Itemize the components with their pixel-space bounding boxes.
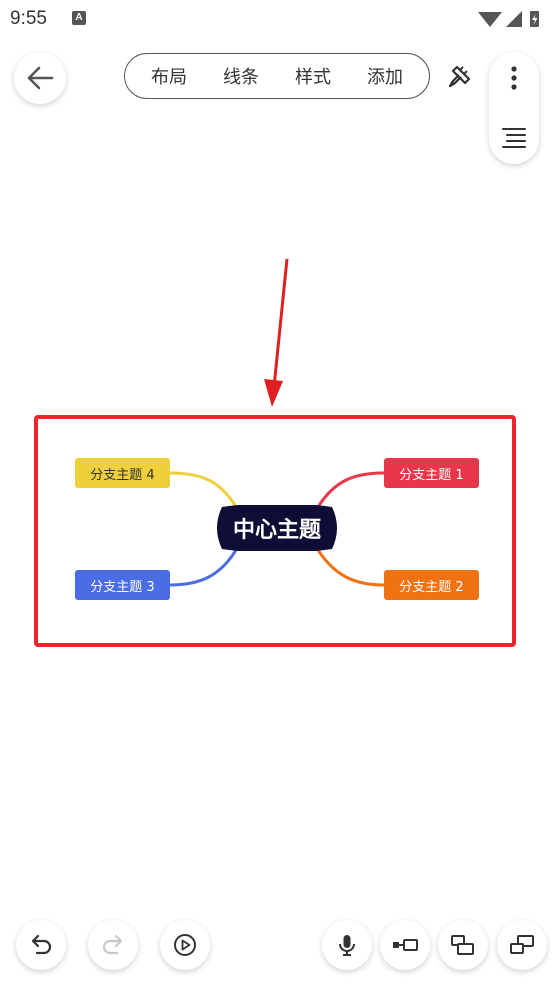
undo-button[interactable] bbox=[16, 920, 66, 970]
redo-icon bbox=[102, 934, 123, 955]
notification-icon: A bbox=[72, 11, 86, 25]
toolbar-tabs: 布局 线条 样式 添加 bbox=[124, 53, 430, 99]
more-vertical-icon bbox=[511, 66, 517, 90]
outline-button[interactable] bbox=[489, 116, 539, 160]
play-circle-icon bbox=[174, 934, 196, 956]
add-child-node-icon bbox=[393, 939, 418, 951]
add-sibling-node-icon bbox=[451, 935, 474, 955]
play-button[interactable] bbox=[160, 920, 210, 970]
branch-topic-3[interactable]: 分支主题 3 bbox=[75, 570, 170, 600]
add-parent-node-button[interactable] bbox=[497, 920, 547, 970]
annotation-arrow bbox=[264, 258, 289, 407]
tab-lines[interactable]: 线条 bbox=[223, 63, 259, 89]
branch-topic-1[interactable]: 分支主题 1 bbox=[384, 458, 479, 488]
central-topic[interactable]: 中心主题 bbox=[212, 505, 342, 551]
status-bar: 9:55 A bbox=[0, 0, 554, 38]
status-time: 9:55 bbox=[10, 8, 47, 29]
add-parent-node-icon bbox=[510, 935, 534, 954]
branch-topic-4[interactable]: 分支主题 4 bbox=[75, 458, 170, 488]
wifi-icon bbox=[478, 12, 502, 27]
tab-add[interactable]: 添加 bbox=[367, 63, 403, 89]
undo-icon bbox=[31, 934, 52, 955]
branch-topic-2[interactable]: 分支主题 2 bbox=[384, 570, 479, 600]
arrow-left-icon bbox=[27, 66, 54, 90]
tab-layout[interactable]: 布局 bbox=[151, 63, 187, 89]
add-child-node-button[interactable] bbox=[380, 920, 430, 970]
status-icons bbox=[478, 11, 539, 27]
side-panel bbox=[489, 52, 539, 164]
more-button[interactable] bbox=[489, 56, 539, 100]
back-button[interactable] bbox=[14, 52, 66, 104]
microphone-icon bbox=[339, 935, 355, 956]
central-topic-label: 中心主题 bbox=[232, 518, 321, 543]
tab-style[interactable]: 样式 bbox=[295, 63, 331, 89]
format-painter-button[interactable] bbox=[442, 58, 478, 94]
add-sibling-node-button[interactable] bbox=[438, 920, 488, 970]
redo-button[interactable] bbox=[88, 920, 138, 970]
list-outline-icon bbox=[502, 128, 526, 148]
voice-input-button[interactable] bbox=[322, 920, 372, 970]
paint-brush-icon bbox=[448, 65, 471, 88]
signal-icon bbox=[506, 11, 522, 27]
